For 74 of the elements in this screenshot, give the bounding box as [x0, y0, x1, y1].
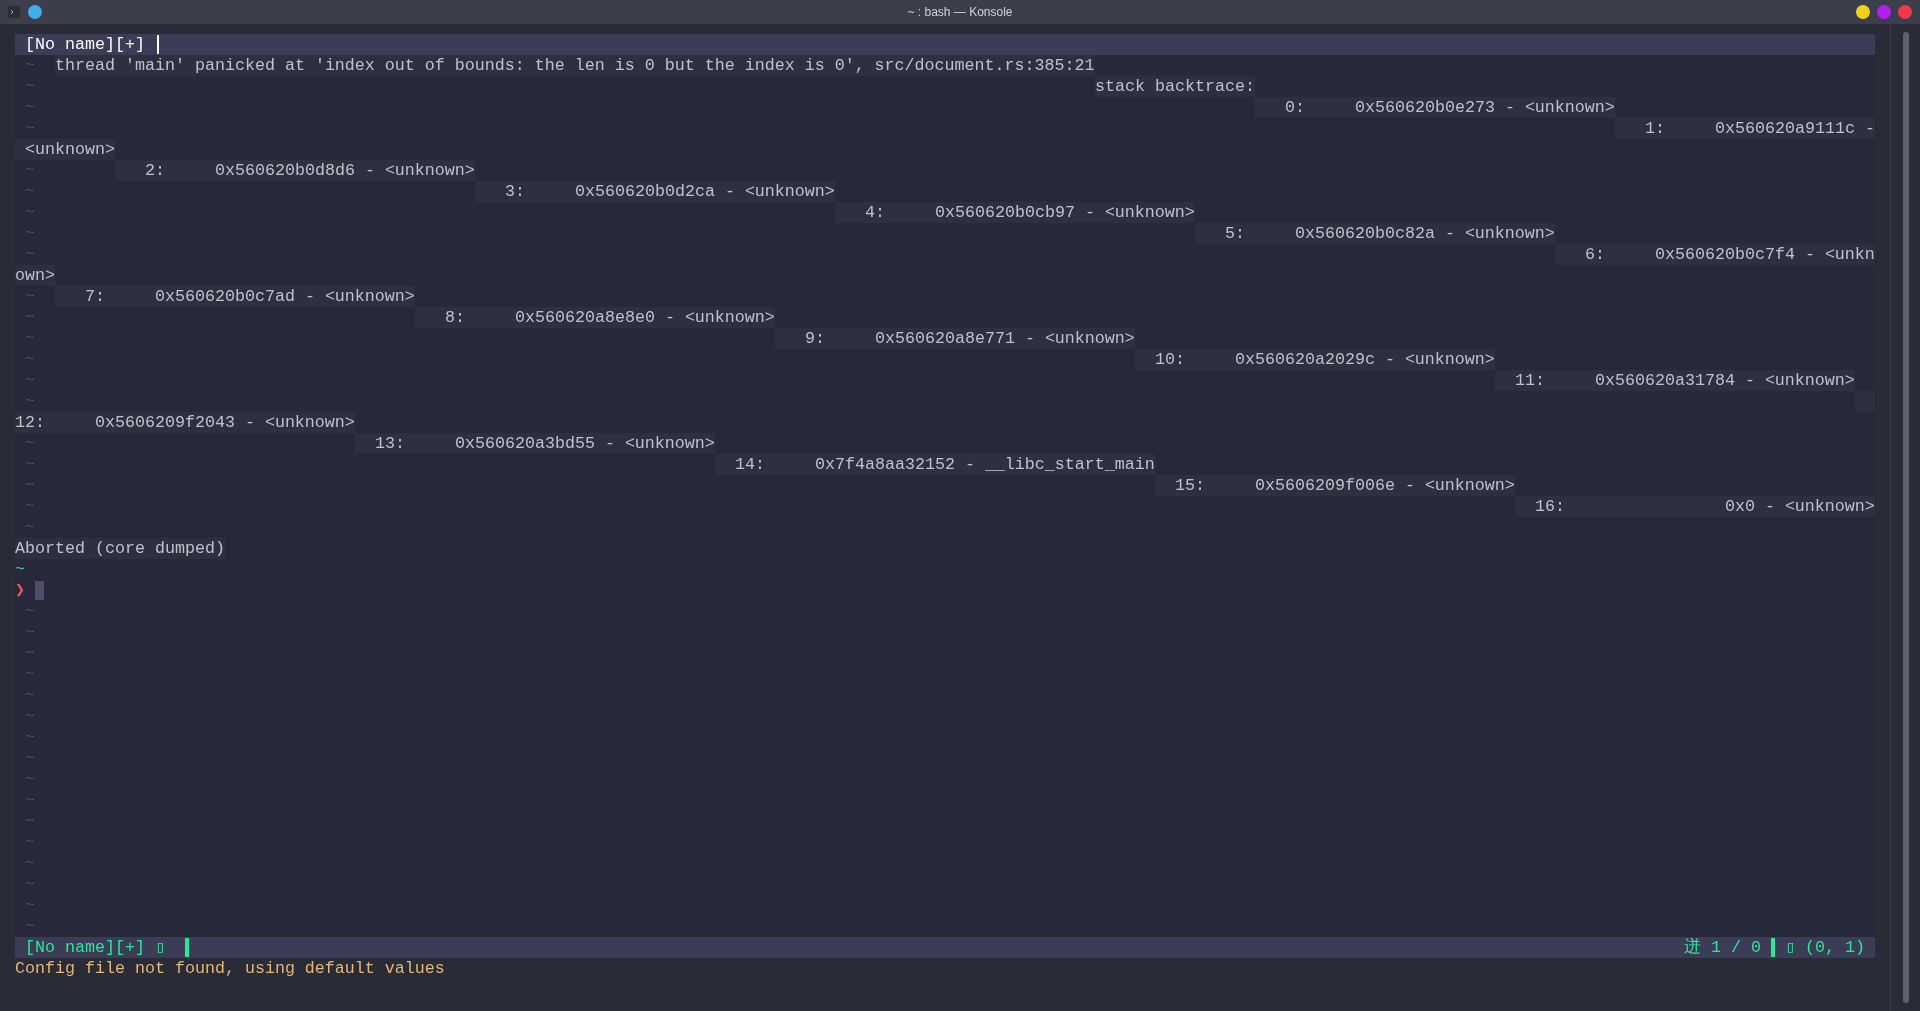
- tilde-marker: ~: [25, 853, 35, 874]
- tilde-marker: ~: [25, 811, 35, 832]
- terminal-output: Aborted (core dumped): [15, 538, 225, 559]
- tilde-marker: ~: [25, 832, 35, 853]
- terminal-output: 8: 0x560620a8e8e0 - <unknown>: [415, 307, 775, 328]
- terminal-output: 12: 0x5606209f2043 - <unknown>: [15, 412, 355, 433]
- tilde-marker: ~: [25, 307, 35, 328]
- tilde-marker: ~: [25, 118, 35, 139]
- prompt-symbol: ❯: [15, 580, 26, 601]
- terminal-output: 2: 0x560620b0d8d6 - <unknown>: [115, 160, 475, 181]
- tilde-marker: ~: [25, 286, 35, 307]
- terminal-output: stack backtrace:: [1095, 76, 1255, 97]
- terminal-output: 9: 0x560620a8e771 - <unknown>: [775, 328, 1135, 349]
- close-button[interactable]: [1898, 5, 1912, 19]
- terminal-output: 11: 0x560620a31784 - <unknown>: [1495, 370, 1855, 391]
- block-cursor: [35, 581, 45, 600]
- tilde-marker: ~: [25, 643, 35, 664]
- tilde-marker: ~: [25, 664, 35, 685]
- tilde-marker: ~: [25, 475, 35, 496]
- terminal-output: 7: 0x560620b0c7ad - <unknown>: [55, 286, 415, 307]
- status-position: 迸 1 / 0: [1684, 937, 1761, 958]
- tilde-marker: ~: [25, 769, 35, 790]
- tilde-marker: ~: [25, 622, 35, 643]
- terminal-output: 1: 0x560620a9111c -: [1615, 118, 1875, 139]
- tab-title[interactable]: [No name][+]: [25, 34, 145, 55]
- prompt-directory: ~: [15, 559, 25, 580]
- terminal-output: 15: 0x5606209f006e - <unknown>: [1155, 475, 1515, 496]
- minimize-button[interactable]: [1856, 5, 1870, 19]
- terminal-output: 16: 0x0 - <unknown>: [1515, 496, 1875, 517]
- tilde-marker: ~: [25, 895, 35, 916]
- circle-icon[interactable]: [28, 5, 42, 19]
- status-message: Config file not found, using default values: [15, 958, 445, 979]
- terminal-output: <unknown>: [15, 139, 115, 160]
- terminal-output: 3: 0x560620b0d2ca - <unknown>: [475, 181, 835, 202]
- tilde-marker: ~: [25, 790, 35, 811]
- terminal-icon: [8, 6, 20, 18]
- tilde-marker: ~: [25, 685, 35, 706]
- tilde-marker: ~: [25, 349, 35, 370]
- terminal-output: 4: 0x560620b0cb97 - <unknown>: [835, 202, 1195, 223]
- tilde-marker: ~: [25, 727, 35, 748]
- tilde-marker: ~: [25, 223, 35, 244]
- tilde-marker: ~: [25, 916, 35, 937]
- maximize-button[interactable]: [1877, 5, 1891, 19]
- status-cursor-position: ▯ (0, 1): [1785, 937, 1865, 958]
- window-title: ~ : bash — Konsole: [907, 4, 1013, 21]
- tilde-marker: ~: [25, 244, 35, 265]
- tilde-marker: ~: [25, 97, 35, 118]
- tilde-marker: ~: [25, 76, 35, 97]
- tilde-marker: ~: [25, 496, 35, 517]
- tilde-marker: ~: [25, 433, 35, 454]
- terminal-output: 5: 0x560620b0c82a - <unknown>: [1195, 223, 1555, 244]
- terminal-output: own>: [15, 265, 55, 286]
- tilde-marker: ~: [25, 601, 35, 622]
- scrollbar[interactable]: [1902, 32, 1909, 1003]
- terminal-output: 6: 0x560620b0c7f4 - <unkn: [1555, 244, 1875, 265]
- terminal-output: thread 'main' panicked at 'index out of bounds: the len is 0 but the index is 0', src/document.rs:385:21: [55, 55, 1095, 76]
- terminal-output: 10: 0x560620a2029c - <unknown>: [1135, 349, 1495, 370]
- terminal-output: 0: 0x560620b0e273 - <unknown>: [1255, 97, 1615, 118]
- tilde-marker: ~: [25, 160, 35, 181]
- tilde-marker: ~: [25, 55, 35, 76]
- tilde-marker: ~: [25, 454, 35, 475]
- status-file: [No name][+] ▯: [25, 937, 165, 958]
- terminal-output: 14: 0x7f4a8aa32152 - __libc_start_main: [715, 454, 1155, 475]
- terminal-output: 13: 0x560620a3bd55 - <unknown>: [355, 433, 715, 454]
- tilde-marker: ~: [25, 748, 35, 769]
- tilde-marker: ~: [25, 391, 35, 412]
- tilde-marker: ~: [25, 370, 35, 391]
- tilde-marker: ~: [25, 874, 35, 895]
- tilde-marker: ~: [25, 181, 35, 202]
- tilde-marker: ~: [25, 706, 35, 727]
- text-cursor: [156, 35, 159, 54]
- tilde-marker: ~: [25, 202, 35, 223]
- tilde-marker: ~: [25, 517, 35, 538]
- tilde-marker: ~: [25, 328, 35, 349]
